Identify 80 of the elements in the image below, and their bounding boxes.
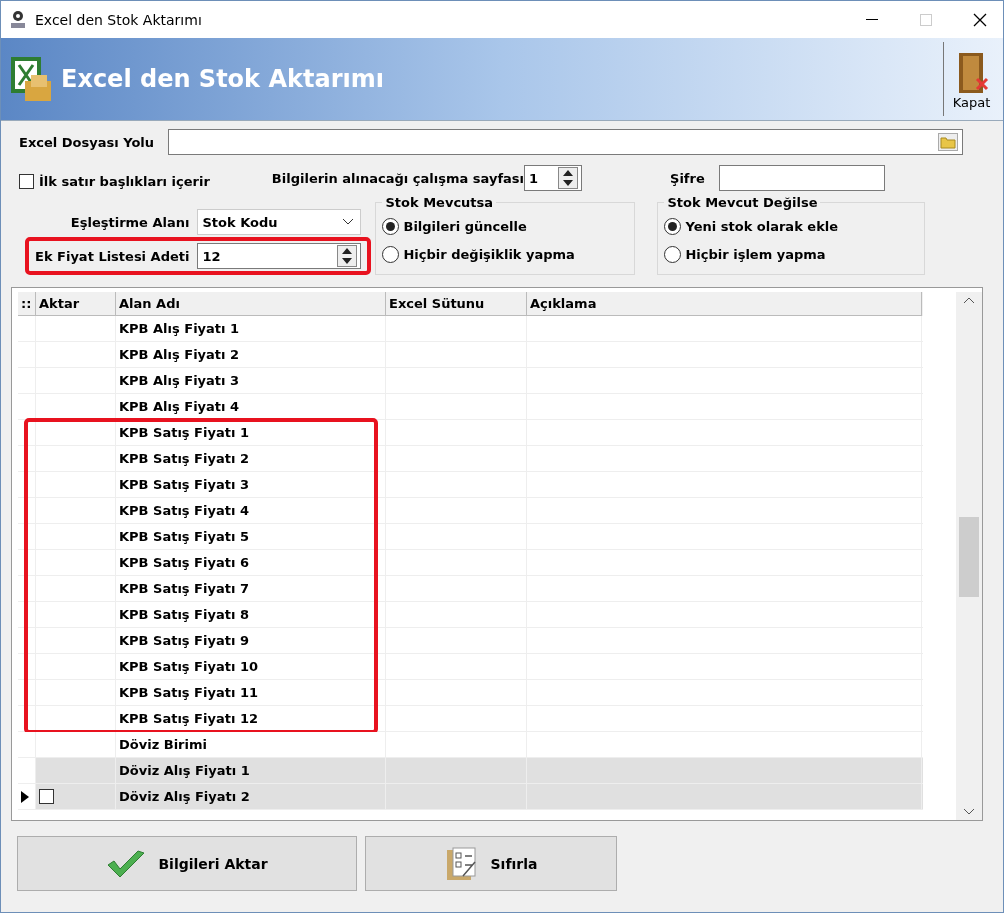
- window-title: Excel den Stok Aktarımı: [35, 11, 203, 28]
- radio-button[interactable]: [382, 245, 400, 263]
- table-cell: KPB Satış Fiyatı 6: [116, 550, 386, 575]
- scroll-up-icon[interactable]: [963, 296, 975, 304]
- table-cell: KPB Alış Fiyatı 2: [116, 342, 386, 367]
- price-list-count-field[interactable]: 12: [197, 243, 362, 269]
- table-row[interactable]: KPB Satış Fiyatı 3: [18, 472, 923, 498]
- table-row[interactable]: KPB Satış Fiyatı 2: [18, 446, 923, 472]
- table-cell: KPB Satış Fiyatı 9: [116, 628, 386, 653]
- table-row[interactable]: KPB Satış Fiyatı 12: [18, 706, 923, 732]
- radio-label: Hiçbir işlem yapma: [685, 246, 826, 262]
- radio-button[interactable]: [382, 217, 400, 235]
- scroll-down-icon[interactable]: [963, 808, 975, 816]
- scroll-thumb[interactable]: [959, 517, 979, 597]
- radio-button[interactable]: [664, 245, 682, 263]
- transfer-button[interactable]: Bilgileri Aktar: [17, 836, 357, 891]
- header-title: Excel den Stok Aktarımı: [61, 65, 385, 93]
- table-row[interactable]: KPB Satış Fiyatı 4: [18, 498, 923, 524]
- table-cell: Döviz Alış Fiyatı 1: [116, 758, 386, 783]
- close-icon: [973, 12, 987, 27]
- table-cell: KPB Satış Fiyatı 12: [116, 706, 386, 731]
- field-label: Excel Dosyası Yolu: [19, 134, 155, 150]
- maximize-icon: [920, 13, 932, 26]
- radio-button[interactable]: [664, 217, 682, 235]
- spreadsheet-boxes-icon: [9, 55, 53, 103]
- table-row[interactable]: KPB Satış Fiyatı 6: [18, 550, 923, 576]
- table-row[interactable]: KPB Satış Fiyatı 10: [18, 654, 923, 680]
- table-cell: KPB Satış Fiyatı 1: [116, 420, 386, 445]
- table-row[interactable]: KPB Satış Fiyatı 11: [18, 680, 923, 706]
- table-row[interactable]: KPB Alış Fiyatı 4: [18, 394, 923, 420]
- field-label: Eşleştirme Alanı: [70, 214, 190, 230]
- scrollbar[interactable]: [956, 292, 982, 820]
- table-cell: KPB Alış Fiyatı 4: [116, 394, 386, 419]
- table-cell: Döviz Alış Fiyatı 2: [116, 784, 386, 809]
- spin-arrows-icon[interactable]: [337, 245, 358, 267]
- table-cell: KPB Satış Fiyatı 8: [116, 602, 386, 627]
- table-cell: KPB Alış Fiyatı 3: [116, 368, 386, 393]
- field-label: Şifre: [670, 170, 705, 186]
- reset-button[interactable]: Sıfırla: [365, 836, 617, 891]
- table-row[interactable]: Döviz Alış Fiyatı 1: [18, 758, 923, 784]
- sheet-number-field[interactable]: 1: [524, 165, 582, 191]
- radio-label: Yeni stok olarak ekle: [685, 218, 839, 234]
- table-cell: KPB Satış Fiyatı 2: [116, 446, 386, 471]
- radio-label: Bilgileri güncelle: [403, 218, 527, 234]
- password-field[interactable]: [718, 165, 885, 191]
- app-icon: [9, 9, 27, 30]
- checkbox-label: İlk satır başlıkları içerir: [39, 173, 210, 189]
- table-row[interactable]: KPB Satış Fiyatı 5: [18, 524, 923, 550]
- table-cell: Döviz Birimi: [116, 732, 386, 757]
- table-row[interactable]: KPB Satış Fiyatı 9: [18, 628, 923, 654]
- file-path-field[interactable]: [168, 129, 963, 155]
- group-title: Stok Mevcutsa: [384, 195, 495, 210]
- table-cell: KPB Satış Fiyatı 11: [116, 680, 386, 705]
- checkbox[interactable]: [19, 173, 34, 189]
- group-title: Stok Mevcut Değilse: [666, 195, 819, 210]
- minimize-icon: [866, 18, 878, 21]
- radio-label: Hiçbir değişiklik yapma: [403, 246, 575, 262]
- table-row[interactable]: Döviz Alış Fiyatı 2: [18, 784, 923, 810]
- chevron-down-icon: [342, 218, 355, 226]
- spin-arrows-icon[interactable]: [558, 167, 578, 189]
- table-cell: KPB Satış Fiyatı 7: [116, 576, 386, 601]
- clipboard-checklist-icon: [444, 845, 479, 882]
- table-row[interactable]: KPB Alış Fiyatı 3: [18, 368, 923, 394]
- aktar-checkbox[interactable]: [39, 789, 54, 804]
- table-cell: KPB Satış Fiyatı 4: [116, 498, 386, 523]
- table-row[interactable]: KPB Satış Fiyatı 8: [18, 602, 923, 628]
- table-cell: KPB Satış Fiyatı 3: [116, 472, 386, 497]
- table-row[interactable]: KPB Satış Fiyatı 7: [18, 576, 923, 602]
- table-cell: KPB Satış Fiyatı 10: [116, 654, 386, 679]
- table-row[interactable]: Döviz Birimi: [18, 732, 923, 758]
- field-label: Bilgilerin alınacağı çalışma sayfası: [271, 170, 524, 186]
- table-cell: KPB Satış Fiyatı 5: [116, 524, 386, 549]
- table-cell: KPB Alış Fiyatı 1: [116, 316, 386, 341]
- table-row[interactable]: KPB Alış Fiyatı 1: [18, 316, 923, 342]
- match-field-dropdown[interactable]: Stok Kodu: [197, 209, 362, 235]
- field-label: Ek Fiyat Listesi Adeti: [35, 248, 190, 264]
- table-row[interactable]: KPB Satış Fiyatı 1: [18, 420, 923, 446]
- table-row[interactable]: KPB Alış Fiyatı 2: [18, 342, 923, 368]
- checkmark-icon: [106, 848, 147, 879]
- close-button[interactable]: Kapat: [943, 42, 999, 116]
